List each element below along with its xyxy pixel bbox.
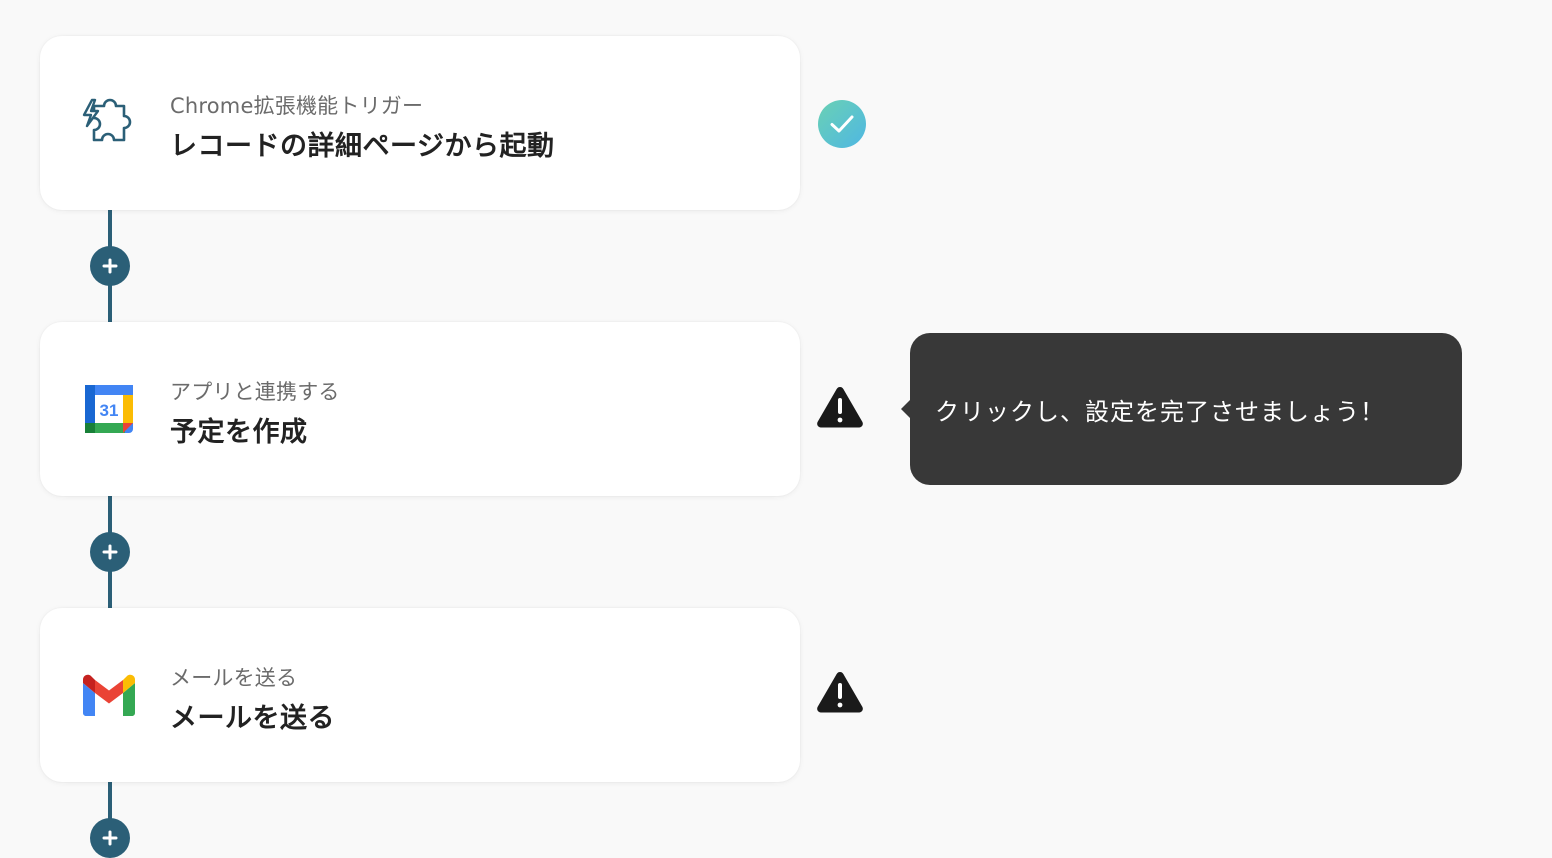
warning-icon xyxy=(817,387,863,428)
step-warning-status[interactable] xyxy=(815,382,865,432)
flow-step-card-calendar[interactable]: 31 アプリと連携する 予定を作成 xyxy=(40,322,800,496)
check-circle-icon xyxy=(818,100,866,148)
add-step-button[interactable] xyxy=(90,818,130,858)
plus-icon xyxy=(102,544,118,560)
google-calendar-icon: 31 xyxy=(80,382,138,436)
step-warning-status[interactable] xyxy=(815,667,865,717)
tooltip-arrow xyxy=(901,400,910,418)
gmail-icon xyxy=(80,668,138,722)
svg-text:31: 31 xyxy=(100,401,119,420)
plus-icon xyxy=(102,258,118,274)
flow-step-card-trigger[interactable]: Chrome拡張機能トリガー レコードの詳細ページから起動 xyxy=(40,36,800,210)
step-subtitle: アプリと連携する xyxy=(170,380,340,404)
warning-icon xyxy=(817,672,863,713)
plus-icon xyxy=(102,830,118,846)
flow-step-card-gmail[interactable]: メールを送る メールを送る xyxy=(40,608,800,782)
chrome-extension-puzzle-icon xyxy=(80,96,138,150)
add-step-button[interactable] xyxy=(90,532,130,572)
step-complete-status xyxy=(817,99,867,149)
step-title: メールを送る xyxy=(170,703,335,734)
setup-tooltip: クリックし、設定を完了させましょう！ xyxy=(901,333,1462,485)
step-title: レコードの詳細ページから起動 xyxy=(170,131,555,162)
add-step-button[interactable] xyxy=(90,246,130,286)
step-subtitle: Chrome拡張機能トリガー xyxy=(170,94,424,118)
step-subtitle: メールを送る xyxy=(170,666,298,690)
tooltip-text: クリックし、設定を完了させましょう！ xyxy=(935,397,1385,426)
step-title: 予定を作成 xyxy=(170,417,308,448)
